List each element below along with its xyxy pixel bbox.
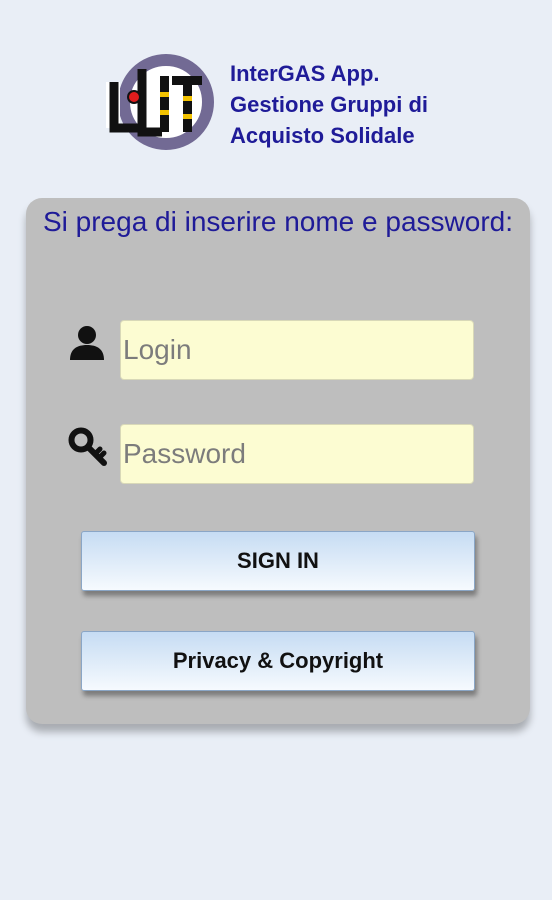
login-panel: Si prega di inserire nome e password: SI… [26,198,530,724]
login-input[interactable] [120,320,474,380]
key-icon [68,427,107,466]
app-title-line: Gestione Gruppi di [230,92,429,117]
user-icon [70,326,104,360]
app-header: InterGAS App. Gestione Gruppi di Acquist… [104,52,484,156]
password-input[interactable] [120,424,474,484]
privacy-copyright-button[interactable]: Privacy & Copyright [81,631,475,691]
app-title: InterGAS App. Gestione Gruppi di Acquist… [230,58,490,151]
intergas-logo-icon [106,54,214,150]
app-title-line: InterGAS App. [230,61,380,86]
app-title-line: Acquisto Solidale [230,123,415,148]
sign-in-button[interactable]: SIGN IN [81,531,475,591]
login-prompt: Si prega di inserire nome e password: [42,206,513,237]
